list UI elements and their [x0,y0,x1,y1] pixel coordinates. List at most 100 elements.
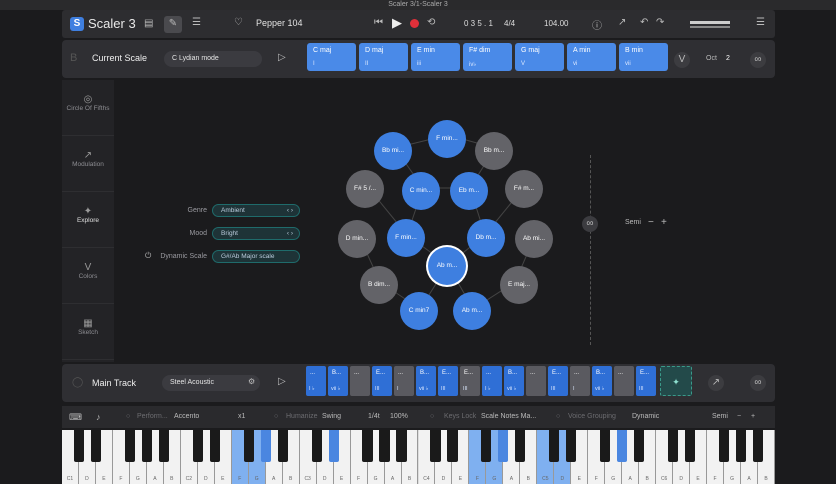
chord-node[interactable]: Eb m... [450,172,488,210]
piano-black-key[interactable] [396,430,407,462]
play-icon[interactable]: ▶ [392,15,402,31]
drag-export-icon[interactable]: ↗ [708,375,724,391]
edit-tab-button[interactable]: ✎ [164,16,182,33]
genre-selector[interactable]: Ambient ‹ › [212,204,300,217]
link-icon[interactable]: ∞ [750,52,766,68]
track-link-icon[interactable]: ∞ [750,375,766,391]
piano-black-key[interactable] [328,430,339,462]
folder-icon[interactable]: ▤ [144,18,153,29]
track-toggle-icon[interactable]: ◯ [72,377,83,388]
chord-node[interactable]: E maj... [500,266,538,304]
piano-black-key[interactable] [311,430,322,462]
suggest-bulb-icon[interactable]: ✦ [660,366,692,396]
chord-node[interactable]: Ab mi... [515,220,553,258]
keyslock-value[interactable]: Scale Notes Ma... [481,406,536,428]
piano-black-key[interactable] [379,430,390,462]
track-chord-slot[interactable]: ... [526,366,546,396]
humanize-toggle-icon[interactable]: ○ [274,406,278,428]
voice-grouping-value[interactable]: Dynamic [632,406,659,428]
guitar-icon[interactable]: ♪ [96,406,101,428]
piano-black-key[interactable] [90,430,102,462]
rewind-icon[interactable]: ⏮ [374,17,383,28]
semi-minus-icon[interactable]: − [648,217,654,228]
menu-list-icon[interactable]: ☰ [192,17,201,28]
chord-node[interactable]: Ab m... [453,292,491,330]
piano-black-key[interactable] [685,430,696,462]
sidebar-item[interactable]: ✦ Explore [62,192,114,248]
track-chord-slot[interactable]: B... vii ♭ [416,366,436,396]
chord-node[interactable]: C min... [402,172,440,210]
piano-black-key[interactable] [158,430,169,462]
piano-black-key[interactable] [752,430,764,462]
loop-icon[interactable]: ⟲ [427,17,435,28]
track-chord-slot[interactable]: ... I [394,366,414,396]
piano-black-key[interactable] [192,430,203,462]
piano-black-key[interactable] [617,430,628,462]
piano-black-key[interactable] [447,430,458,462]
scale-chord-button[interactable]: A min vi [567,43,616,71]
scale-chord-button[interactable]: C maj I [307,43,356,71]
oct-value[interactable]: 2 [726,55,730,62]
sidebar-item[interactable]: ▦ Sketch [62,304,114,360]
semi-plus-icon[interactable]: + [661,217,667,228]
perform-toggle-icon[interactable]: ○ [126,406,130,428]
chord-node[interactable]: Bb m... [475,132,513,170]
voice-toggle-icon[interactable]: ○ [556,406,560,428]
piano-black-key[interactable] [634,430,645,462]
time-signature[interactable]: 4/4 [504,19,515,28]
piano-black-key[interactable] [498,430,509,462]
track-chord-slot[interactable]: E... III [372,366,392,396]
track-chord-slot[interactable]: B... vii ♭ [592,366,612,396]
chord-node[interactable]: Bb mi... [374,132,412,170]
instrument-selector[interactable]: Steel Acoustic [162,375,260,391]
piano-black-key[interactable] [124,430,135,462]
chain-link-icon[interactable]: ∞ [582,216,598,232]
track-chord-slot[interactable]: ... I [570,366,590,396]
piano-black-key[interactable] [481,430,492,462]
piano-black-key[interactable] [430,430,441,462]
voicing-icon[interactable]: V [674,52,690,68]
power-icon[interactable]: ⏻ [145,251,151,261]
humanize-value[interactable]: Swing [322,406,341,428]
piano-black-key[interactable] [668,430,679,462]
perform-multiplier[interactable]: x1 [238,406,245,428]
piano-black-key[interactable] [260,430,271,462]
volume-slider[interactable] [690,21,730,24]
chord-node[interactable]: F# 5 /... [346,170,384,208]
track-chord-slot[interactable]: ... I ♭ [306,366,326,396]
track-chord-slot[interactable]: E... III [636,366,656,396]
track-chord-slot[interactable]: B... vii ♭ [328,366,348,396]
scale-chord-button[interactable]: G maj V [515,43,564,71]
redo-icon[interactable]: ↷ [656,17,664,28]
chord-node[interactable]: B dim... [360,266,398,304]
sidebar-item[interactable]: ◎ Circle Of Fifths [62,80,114,136]
track-chord-slot[interactable]: ... [614,366,634,396]
scale-chord-button[interactable]: F# dim iv♭ [463,43,512,71]
chord-node[interactable]: C min7 [400,292,438,330]
mood-selector[interactable]: Bright ‹ › [212,227,300,240]
track-play-icon[interactable]: ▷ [278,376,286,387]
chord-node[interactable]: F min... [428,120,466,158]
sidebar-item[interactable]: V Colors [62,248,114,304]
piano-black-key[interactable] [141,430,152,462]
humanize-division[interactable]: 1/4t [368,406,380,428]
chord-node[interactable]: Db m... [467,219,505,257]
scale-chord-button[interactable]: D maj II [359,43,408,71]
piano-black-key[interactable] [73,430,85,462]
dynamic-scale-selector[interactable]: G#/Ab Major scale [212,250,300,263]
chord-node[interactable]: Ab m... [428,247,466,285]
export-arrow-icon[interactable]: ↗ [618,17,626,28]
bpm-display[interactable]: 104.00 [544,19,568,28]
chord-node[interactable]: F min... [387,219,425,257]
piano-black-key[interactable] [362,430,373,462]
scale-selector[interactable]: C Lydian mode [164,51,262,67]
piano-black-key[interactable] [549,430,560,462]
perform-value[interactable]: Accento [174,406,199,428]
keyboard-semi-plus-icon[interactable]: + [751,406,755,428]
piano-black-key[interactable] [209,430,220,462]
piano-black-key[interactable] [718,430,730,462]
mood-arrows-icon[interactable]: ‹ › [287,228,293,239]
track-chord-slot[interactable]: B... vii ♭ [504,366,524,396]
info-icon[interactable]: ⓘ [592,17,602,32]
undo-icon[interactable]: ↶ [640,17,648,28]
